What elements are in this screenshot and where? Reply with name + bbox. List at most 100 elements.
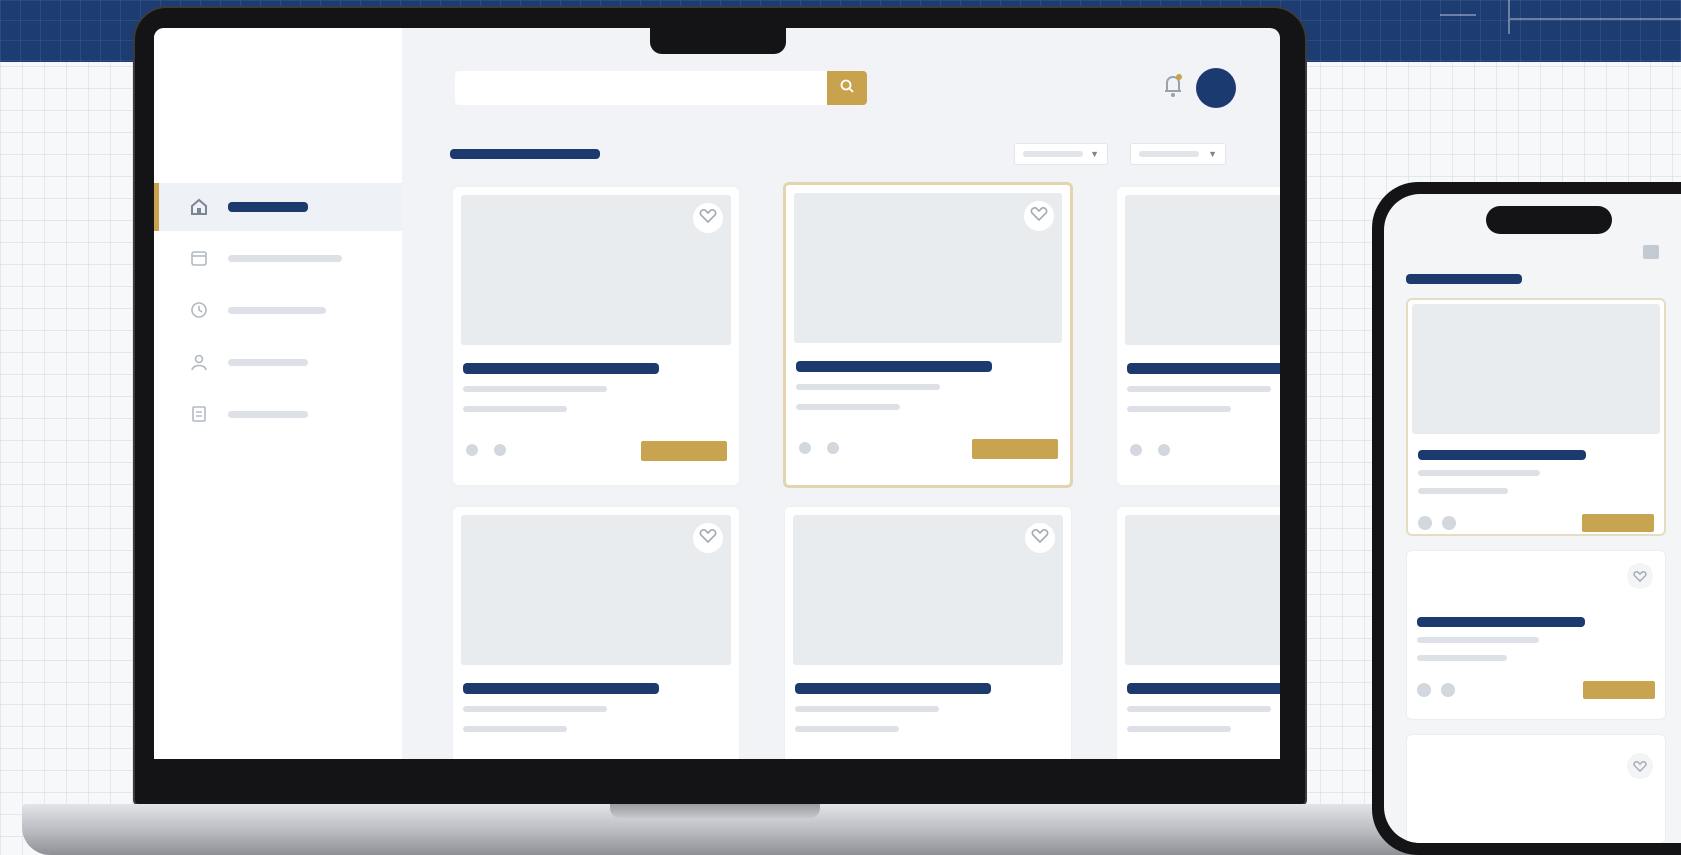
sidebar-item-calendar[interactable] xyxy=(154,234,402,282)
search-input[interactable] xyxy=(455,71,827,105)
bell-icon xyxy=(1161,71,1185,104)
card-meta xyxy=(1127,406,1231,412)
bath-icon xyxy=(1155,441,1173,459)
heart-icon xyxy=(1031,528,1049,549)
card-meta xyxy=(463,406,567,412)
card-subtitle xyxy=(463,386,607,392)
card-subtitle xyxy=(463,706,607,712)
card-image xyxy=(1125,515,1280,665)
favorite-button[interactable] xyxy=(1024,201,1054,231)
bed-icon xyxy=(1417,683,1431,697)
card-subtitle xyxy=(796,384,940,390)
property-card[interactable] xyxy=(1116,186,1280,486)
card-meta xyxy=(1127,726,1231,732)
chevron-down-icon: ▼ xyxy=(1208,149,1217,159)
property-card[interactable] xyxy=(1116,506,1280,759)
avatar[interactable] xyxy=(1196,68,1236,108)
sidebar-item-label xyxy=(228,306,326,314)
mobile-card[interactable] xyxy=(1406,734,1666,843)
sidebar-item-home[interactable] xyxy=(154,183,402,231)
mobile-section-title xyxy=(1406,274,1522,284)
favorite-button[interactable] xyxy=(693,523,723,553)
card-image xyxy=(1412,304,1660,434)
bed-icon xyxy=(1418,516,1432,530)
sidebar-item-user[interactable] xyxy=(154,338,402,386)
card-meta xyxy=(796,404,900,410)
view-button[interactable] xyxy=(972,439,1058,459)
card-meta xyxy=(795,726,899,732)
card-subtitle xyxy=(1418,470,1540,476)
sidebar-item-clock[interactable] xyxy=(154,286,402,334)
heart-icon xyxy=(1030,206,1048,227)
sidebar-item-label xyxy=(228,358,308,366)
filter-label xyxy=(1139,151,1199,157)
heart-icon xyxy=(699,208,717,229)
heart-icon[interactable] xyxy=(1627,563,1653,589)
property-card[interactable] xyxy=(784,506,1072,759)
heart-icon xyxy=(699,528,717,549)
card-title xyxy=(463,363,659,374)
search-button[interactable] xyxy=(827,71,867,105)
favorite-button[interactable] xyxy=(1025,523,1055,553)
bed-icon xyxy=(796,439,814,457)
view-button[interactable] xyxy=(1582,514,1654,532)
card-title xyxy=(795,683,991,694)
phone-screen xyxy=(1384,194,1681,843)
card-title xyxy=(1418,450,1586,460)
user-icon xyxy=(188,351,210,373)
filter-dropdown-2[interactable]: ▼ xyxy=(1130,143,1226,165)
bed-icon xyxy=(1127,441,1145,459)
card-subtitle xyxy=(1127,706,1271,712)
document-icon xyxy=(188,403,210,425)
filter-label xyxy=(1023,151,1083,157)
view-button[interactable] xyxy=(641,441,727,461)
calendar-icon xyxy=(188,247,210,269)
card-subtitle xyxy=(1127,386,1271,392)
mobile-card-selected[interactable] xyxy=(1406,298,1666,536)
sidebar-item-document[interactable] xyxy=(154,390,402,438)
sidebar xyxy=(154,28,402,759)
home-icon xyxy=(188,196,210,218)
bath-icon xyxy=(1442,516,1456,530)
card-image xyxy=(461,195,731,345)
card-title xyxy=(1127,683,1280,694)
filter-dropdown-1[interactable]: ▼ xyxy=(1014,143,1108,165)
sidebar-item-label xyxy=(228,254,342,262)
camera-notch xyxy=(650,22,786,54)
sidebar-item-label xyxy=(228,410,308,418)
heart-icon[interactable] xyxy=(1627,753,1653,779)
property-card-selected[interactable] xyxy=(783,182,1073,488)
card-image xyxy=(794,193,1062,343)
bath-icon xyxy=(1441,683,1455,697)
bed-icon xyxy=(463,441,481,459)
card-image xyxy=(461,515,731,665)
mobile-card[interactable] xyxy=(1406,550,1666,720)
clock-icon xyxy=(188,299,210,321)
chevron-down-icon: ▼ xyxy=(1090,149,1099,159)
search-icon xyxy=(839,78,855,99)
card-title xyxy=(1417,617,1585,627)
card-subtitle xyxy=(1417,637,1539,643)
card-title xyxy=(463,683,659,694)
laptop-screen: ▼ ▼ xyxy=(154,28,1280,759)
card-meta xyxy=(1418,488,1508,494)
notification-button[interactable] xyxy=(1158,70,1188,104)
sidebar-item-label xyxy=(228,202,308,212)
bath-icon xyxy=(491,441,509,459)
dynamic-island xyxy=(1486,206,1612,234)
card-meta xyxy=(463,726,567,732)
favorite-button[interactable] xyxy=(693,203,723,233)
card-meta xyxy=(1417,655,1507,661)
page-title xyxy=(450,149,600,159)
view-button[interactable] xyxy=(1583,681,1655,699)
card-title xyxy=(796,361,992,372)
card-image xyxy=(1125,195,1280,345)
card-image xyxy=(793,515,1063,665)
property-card[interactable] xyxy=(452,506,740,759)
bath-icon xyxy=(824,439,842,457)
card-title xyxy=(1127,363,1280,374)
laptop-hinge-notch xyxy=(610,804,820,818)
property-card[interactable] xyxy=(452,186,740,486)
card-subtitle xyxy=(795,706,939,712)
hamburger-icon[interactable] xyxy=(1642,244,1660,260)
